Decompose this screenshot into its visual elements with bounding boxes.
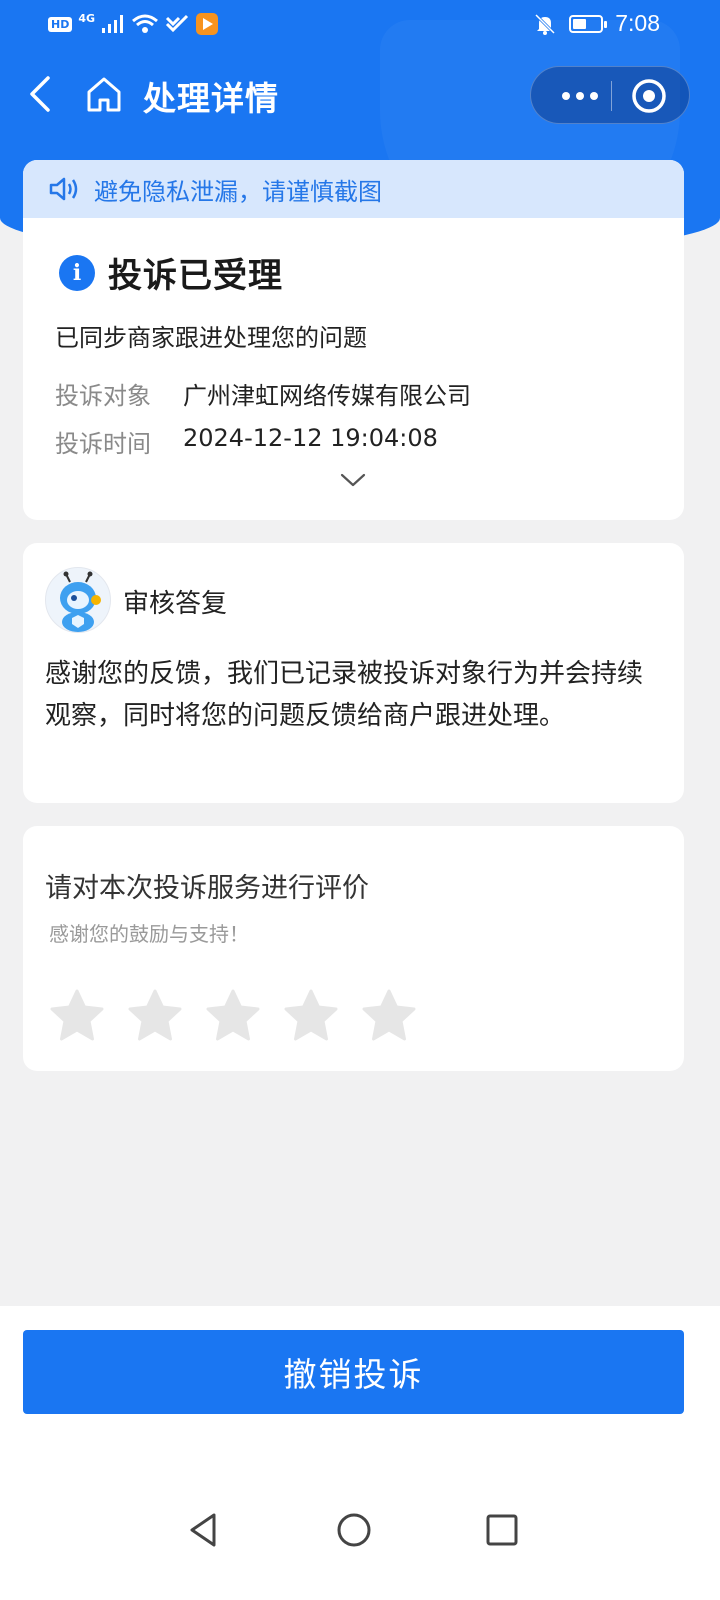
- reply-text: 感谢您的反馈，我们已记录被投诉对象行为并会持续观察，同时将您的问题反馈给商户跟进…: [45, 659, 644, 731]
- rating-card: 请对本次投诉服务进行评价 感谢您的鼓励与支持！: [23, 826, 684, 1071]
- review-reply-card: 审核答复 感谢您的反馈，我们已记录被投诉对象行为并会持续观察，同时将您的问题反馈…: [23, 543, 684, 803]
- star-icon[interactable]: [126, 988, 184, 1044]
- star-rating: [48, 988, 418, 1044]
- complaint-target-row: 投诉对象 广州津虹网络传媒有限公司: [55, 376, 471, 411]
- complaint-status-card: 避免隐私泄漏，请谨慎截图 i 投诉已受理 已同步商家跟进处理您的问题 投诉对象 …: [23, 160, 684, 520]
- system-navigation-bar: [0, 1500, 720, 1560]
- back-icon[interactable]: [22, 74, 62, 114]
- hd-indicator: HD: [48, 16, 73, 32]
- mini-program-capsule: [530, 66, 690, 124]
- cancel-complaint-button[interactable]: 撤销投诉: [23, 1330, 684, 1414]
- battery-icon: [569, 14, 608, 33]
- speaker-icon: [49, 177, 78, 201]
- app-notification-icon: [196, 13, 219, 35]
- home-icon[interactable]: [84, 74, 124, 114]
- star-icon[interactable]: [48, 988, 106, 1044]
- info-icon: i: [59, 254, 95, 291]
- privacy-notice-text: 避免隐私泄漏，请谨慎截图: [94, 177, 382, 206]
- robot-mascot-icon: [60, 571, 101, 632]
- complaint-time-label: 投诉时间: [55, 430, 151, 458]
- system-recents-icon[interactable]: [484, 1512, 520, 1548]
- target-icon[interactable]: [631, 78, 667, 114]
- complaint-time-row: 投诉时间 2024-12-12 19:04:08: [55, 424, 438, 459]
- data-saver-icon: [165, 14, 189, 33]
- complaint-target-value: 广州津虹网络传媒有限公司: [183, 382, 471, 410]
- signal-icon: [102, 15, 124, 33]
- system-back-icon[interactable]: [184, 1510, 224, 1550]
- privacy-notice: 避免隐私泄漏，请谨慎截图: [23, 160, 684, 218]
- avatar: [45, 567, 111, 633]
- status-bar: HD 4G 7:08: [0, 0, 720, 50]
- star-icon[interactable]: [204, 988, 262, 1044]
- complaint-target-label: 投诉对象: [55, 382, 151, 410]
- clock: 7:08: [615, 10, 660, 36]
- complaint-time-value: 2024-12-12 19:04:08: [183, 424, 438, 452]
- star-icon[interactable]: [360, 988, 418, 1044]
- network-type: 4G: [78, 11, 96, 25]
- chevron-down-icon[interactable]: [339, 470, 367, 490]
- rating-title: 请对本次投诉服务进行评价: [45, 873, 369, 904]
- status-description: 已同步商家跟进处理您的问题: [55, 324, 367, 352]
- star-icon[interactable]: [282, 988, 340, 1044]
- status-title: 投诉已受理: [108, 256, 283, 296]
- status-row: i 投诉已受理: [59, 248, 283, 297]
- more-icon[interactable]: [551, 67, 609, 125]
- rating-subtitle: 感谢您的鼓励与支持！: [49, 922, 249, 946]
- page-title: 处理详情: [143, 79, 279, 118]
- capsule-divider: [611, 81, 612, 111]
- wifi-icon: [132, 14, 158, 33]
- system-home-icon[interactable]: [334, 1510, 374, 1550]
- reply-title: 审核答复: [123, 589, 228, 619]
- bell-muted-icon: [535, 13, 556, 35]
